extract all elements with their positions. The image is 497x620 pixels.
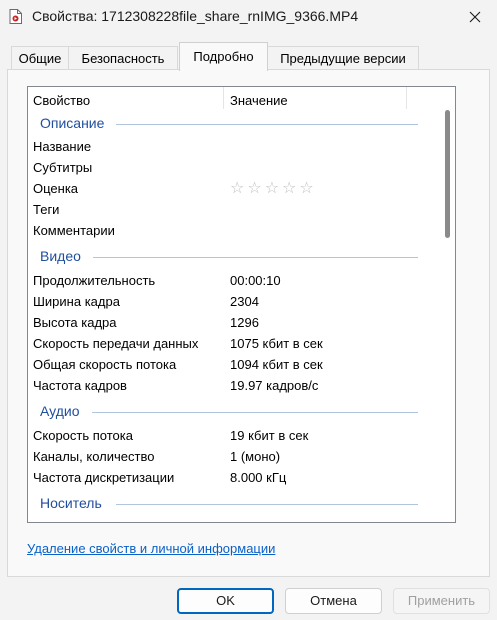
star-icon[interactable]: ☆ xyxy=(265,181,279,197)
window-title: Свойства: 1712308228file_share_rnIMG_936… xyxy=(32,8,359,24)
section-divider xyxy=(116,124,418,125)
column-divider[interactable] xyxy=(223,87,224,109)
property-value[interactable]: 00:00:10 xyxy=(230,273,281,288)
column-divider[interactable] xyxy=(406,87,407,109)
title-bar: Свойства: 1712308228file_share_rnIMG_936… xyxy=(0,0,497,34)
rating-stars[interactable]: ☆ ☆ ☆ ☆ ☆ xyxy=(230,181,314,197)
property-name[interactable]: Скорость потока xyxy=(33,428,133,443)
property-name[interactable]: Ширина кадра xyxy=(33,294,120,309)
star-icon[interactable]: ☆ xyxy=(230,181,244,197)
vertical-scrollbar[interactable] xyxy=(442,90,452,519)
section-divider xyxy=(93,257,418,258)
property-name[interactable]: Оценка xyxy=(33,181,78,196)
property-name[interactable]: Скорость передачи данных xyxy=(33,336,198,351)
property-value[interactable]: 1075 кбит в сек xyxy=(230,336,323,351)
ok-button[interactable]: OK xyxy=(177,588,274,614)
video-file-icon xyxy=(9,9,22,24)
list-header: Свойство Значение xyxy=(28,87,436,113)
property-value[interactable]: 1094 кбит в сек xyxy=(230,357,323,372)
column-header-value[interactable]: Значение xyxy=(230,93,288,108)
tab-strip: Общие Безопасность Подробно Предыдущие в… xyxy=(0,42,497,71)
section-title-description: Описание xyxy=(40,115,105,131)
section-title-video: Видео xyxy=(40,248,81,264)
tab-previous-versions[interactable]: Предыдущие версии xyxy=(267,46,419,69)
column-header-property[interactable]: Свойство xyxy=(33,93,90,108)
property-name[interactable]: Продолжительность xyxy=(33,273,155,288)
property-name[interactable]: Теги xyxy=(33,202,59,217)
property-value[interactable]: 8.000 кГц xyxy=(230,470,286,485)
star-icon[interactable]: ☆ xyxy=(299,181,313,197)
property-name[interactable]: Частота кадров xyxy=(33,378,127,393)
property-name[interactable]: Каналы, количество xyxy=(33,449,154,464)
cancel-button[interactable]: Отмена xyxy=(285,588,382,614)
property-name[interactable]: Комментарии xyxy=(33,223,115,238)
star-icon[interactable]: ☆ xyxy=(247,181,261,197)
property-name[interactable]: Высота кадра xyxy=(33,315,117,330)
close-icon xyxy=(469,11,481,23)
properties-list[interactable]: Свойство Значение Описание Название Субт… xyxy=(27,86,456,523)
star-icon[interactable]: ☆ xyxy=(282,181,296,197)
property-value[interactable]: 1296 xyxy=(230,315,259,330)
property-name[interactable]: Частота дискретизации xyxy=(33,470,174,485)
property-name[interactable]: Название xyxy=(33,139,91,154)
scrollbar-thumb[interactable] xyxy=(445,110,450,238)
property-name[interactable]: Субтитры xyxy=(33,160,92,175)
tab-details[interactable]: Подробно xyxy=(179,42,268,71)
remove-properties-link[interactable]: Удаление свойств и личной информации xyxy=(27,541,275,556)
property-value[interactable]: 19.97 кадров/с xyxy=(230,378,318,393)
section-title-media: Носитель xyxy=(40,495,102,511)
close-button[interactable] xyxy=(460,4,490,30)
property-name[interactable]: Общая скорость потока xyxy=(33,357,176,372)
section-divider xyxy=(116,504,418,505)
property-value[interactable]: 1 (моно) xyxy=(230,449,280,464)
details-panel: Свойство Значение Описание Название Субт… xyxy=(7,69,490,577)
property-value[interactable]: 19 кбит в сек xyxy=(230,428,308,443)
property-value[interactable]: 2304 xyxy=(230,294,259,309)
tab-general[interactable]: Общие xyxy=(11,46,69,69)
tab-security[interactable]: Безопасность xyxy=(68,46,178,69)
apply-button[interactable]: Применить xyxy=(393,588,490,614)
section-title-audio: Аудио xyxy=(40,403,80,419)
section-divider xyxy=(92,412,418,413)
